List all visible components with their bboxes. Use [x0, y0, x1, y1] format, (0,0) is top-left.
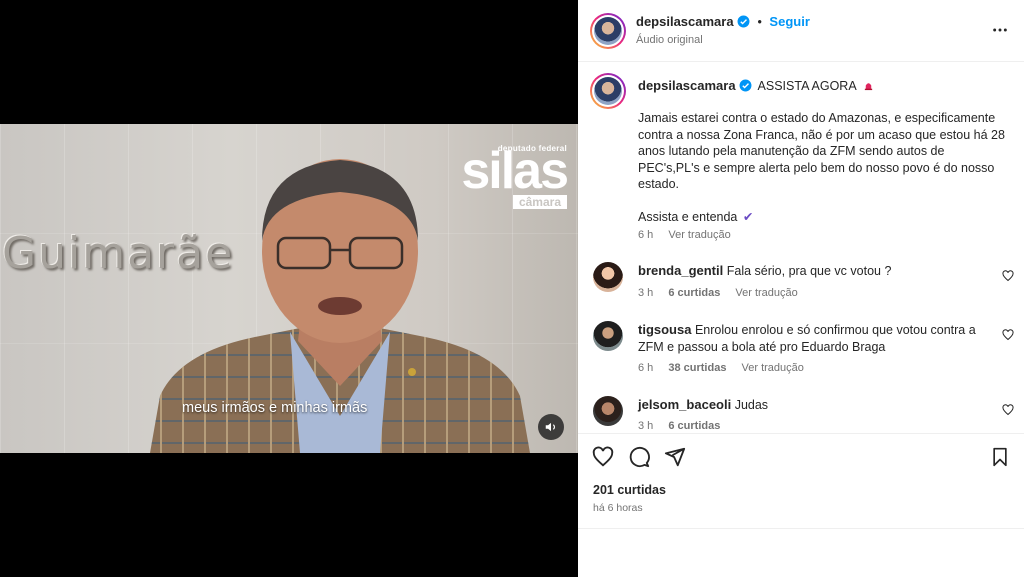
caption-headline: ASSISTA AGORA [757, 79, 856, 93]
caption-translate-link[interactable]: Ver tradução [668, 229, 730, 241]
comment-likes-link[interactable]: 6 curtidas [668, 420, 720, 432]
post-header: depsilascamara • Seguir Áudio original [578, 0, 1024, 62]
comment-translate-link[interactable]: Ver tradução [735, 287, 797, 299]
author-username[interactable]: depsilascamara [636, 14, 734, 29]
caption-line: anos lutando pela manutenção da ZFM send… [638, 144, 945, 158]
follow-button[interactable]: Seguir [769, 14, 809, 29]
post-actions-bar: 201 curtidas há 6 horas [578, 433, 1024, 529]
caption-line: Jamais estarei contra o estado do Amazon… [638, 111, 996, 125]
comments-section[interactable]: depsilascamara ASSISTA AGORA Jamais esta… [578, 63, 1024, 433]
comment-body: brenda_gentil Fala sério, pra que vc vot… [638, 263, 998, 280]
comment-likes-link[interactable]: 6 curtidas [668, 287, 720, 299]
caption-time: 6 h [638, 229, 654, 241]
caption-avatar[interactable] [590, 73, 626, 109]
author-avatar[interactable] [590, 13, 626, 49]
verified-badge-icon [739, 79, 752, 92]
comment-translate-link[interactable]: Ver tradução [742, 362, 804, 374]
comment-meta: 3 h 6 curtidas [638, 420, 732, 432]
verified-badge-icon [737, 15, 750, 28]
caption-username[interactable]: depsilascamara [638, 78, 736, 93]
comment-meta: 6 h 38 curtidas Ver tradução [638, 362, 816, 374]
comment-text: Enrolou enrolou e só confirmou que votou… [694, 323, 976, 337]
comment-likes-link[interactable]: 38 curtidas [668, 362, 726, 374]
caption-meta: 6 h Ver tradução [638, 229, 743, 241]
comment-body: jelsom_baceoli Judas [638, 397, 998, 414]
save-bookmark-icon[interactable] [990, 446, 1010, 468]
comment-meta: 3 h 6 curtidas Ver tradução [638, 287, 810, 299]
post-timestamp: há 6 horas [593, 502, 643, 514]
caption-closing-text: Assista e entenda [638, 209, 738, 224]
share-send-icon[interactable] [664, 446, 686, 468]
comment-time: 6 h [638, 362, 654, 374]
more-options-icon[interactable] [992, 22, 1008, 38]
channel-watermark: deputado federal silas câmara [443, 142, 569, 209]
likes-count[interactable]: 201 curtidas [593, 483, 666, 497]
audio-link[interactable]: Áudio original [636, 34, 703, 46]
commenter-avatar[interactable] [593, 262, 623, 292]
commenter-avatar[interactable] [593, 321, 623, 351]
caption-line: contra a nossa Zona Franca, não é por um… [638, 127, 1005, 142]
comment-text: ZFM e passou a bola até pro Eduardo Brag… [638, 339, 886, 354]
watermark-bottom: câmara [512, 195, 567, 209]
header-separator: • [757, 15, 762, 29]
commenter-username[interactable]: brenda_gentil [638, 263, 723, 278]
comment-time: 3 h [638, 420, 654, 432]
caption-line: estado. [638, 177, 680, 191]
caption-body: Jamais estarei contra o estado do Amazon… [638, 110, 1008, 225]
comment-body: tigsousa Enrolou enrolou e só confirmou … [638, 322, 998, 355]
like-comment-heart-icon[interactable] [1002, 404, 1014, 416]
comment-text: Judas [734, 398, 769, 412]
like-comment-heart-icon[interactable] [1002, 270, 1014, 282]
speaker-muted-icon [545, 422, 556, 432]
caption-closing: Assista e entenda ✔ [638, 209, 1008, 226]
watermark-main: silas [461, 142, 569, 200]
video-subtitle: meus irmãos e minhas irmãs [182, 400, 368, 416]
commenter-username[interactable]: tigsousa [638, 322, 691, 337]
comment-time: 3 h [638, 287, 654, 299]
mute-toggle-button[interactable] [538, 414, 564, 440]
comment-text: Fala sério, pra que vc votou ? [726, 264, 892, 278]
caption-line: PEC's,PL's e sempre alerta pelo bem do n… [638, 160, 995, 175]
commenter-avatar[interactable] [593, 396, 623, 426]
video-player[interactable]: Guimarãe deputado federal silas câmara m… [0, 0, 578, 577]
like-heart-icon[interactable] [592, 446, 614, 468]
commenter-username[interactable]: jelsom_baceoli [638, 397, 731, 412]
siren-icon [865, 83, 873, 91]
like-comment-heart-icon[interactable] [1002, 329, 1014, 341]
post-side-panel: depsilascamara • Seguir Áudio original d… [578, 0, 1024, 577]
check-mark-icon: ✔ [742, 209, 754, 224]
comment-bubble-icon[interactable] [628, 446, 650, 468]
instagram-post-view: Guimarãe deputado federal silas câmara m… [0, 0, 1024, 577]
video-frame[interactable]: Guimarãe deputado federal silas câmara m… [0, 124, 578, 453]
